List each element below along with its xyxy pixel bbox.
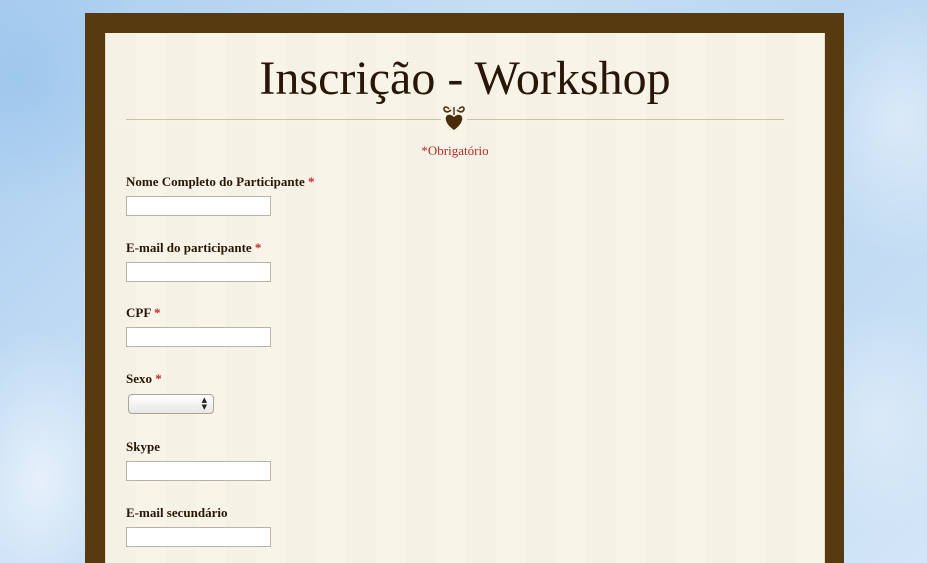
cpf-input[interactable] <box>126 327 271 347</box>
required-asterisk: * <box>307 174 315 189</box>
email-secundario-input[interactable] <box>126 527 271 547</box>
field-label-text: Sexo <box>126 371 152 386</box>
field-label: Nome Completo do Participante * <box>126 174 314 190</box>
form-paper: Inscrição - Workshop *Obrigatório Nome C… <box>105 33 825 563</box>
required-asterisk: * <box>154 305 161 320</box>
skype-input[interactable] <box>126 461 271 481</box>
field-label-text: E-mail secundário <box>126 505 228 520</box>
select-arrows-icon: ▲ ▼ <box>201 396 207 411</box>
field-label: Skype <box>126 439 271 455</box>
email-participante-input[interactable] <box>126 262 271 282</box>
required-note: *Obrigatório <box>421 143 489 158</box>
field-label-text: CPF <box>126 305 151 320</box>
field-label-text: Nome Completo do Participante <box>126 174 305 189</box>
field-sexo: Sexo * ▲ ▼ <box>126 371 214 414</box>
field-nome-completo: Nome Completo do Participante * <box>126 174 314 216</box>
field-label: E-mail secundário <box>126 505 271 521</box>
field-label: CPF * <box>126 305 271 321</box>
field-label: E-mail do participante * <box>126 240 271 256</box>
required-asterisk: * <box>155 371 162 386</box>
field-skype: Skype <box>126 439 271 481</box>
heart-flourish-icon <box>441 103 467 133</box>
required-asterisk: * <box>254 240 262 255</box>
field-email-secundario: E-mail secundário <box>126 505 271 547</box>
field-label-text: E-mail do participante <box>126 240 252 255</box>
field-email-participante: E-mail do participante * <box>126 240 271 282</box>
field-label: Sexo * <box>126 371 214 387</box>
nome-completo-input[interactable] <box>126 196 271 216</box>
form-title: Inscrição - Workshop <box>259 52 671 105</box>
field-label-text: Skype <box>126 439 160 454</box>
field-cpf: CPF * <box>126 305 271 347</box>
sexo-select[interactable]: ▲ ▼ <box>128 394 214 414</box>
